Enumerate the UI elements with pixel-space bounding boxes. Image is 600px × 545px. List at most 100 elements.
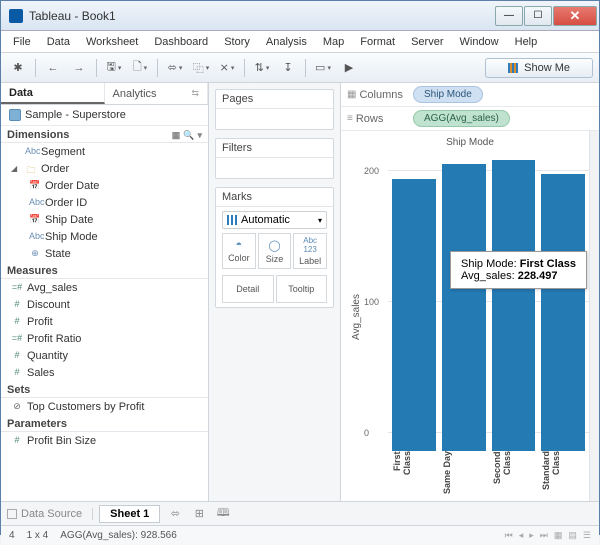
meas-discount[interactable]: #Discount — [1, 296, 208, 313]
chart-area[interactable]: Ship Mode Avg_sales 200 100 0 First Clas… — [341, 131, 599, 501]
menu-help[interactable]: Help — [509, 34, 544, 50]
nav-prev[interactable]: ◂ — [519, 530, 524, 541]
nav-first[interactable]: ⏮ — [505, 530, 513, 541]
pages-shelf[interactable]: Pages — [215, 89, 334, 130]
new-dashboard-tab[interactable]: ⊞ — [190, 507, 208, 520]
close-button[interactable]: ✕ — [553, 6, 597, 26]
scrollbar[interactable] — [589, 131, 599, 501]
bar-first-class[interactable] — [392, 179, 436, 451]
tableau-logo-icon[interactable]: ✱ — [7, 57, 29, 79]
meas-sales[interactable]: #Sales — [1, 364, 208, 381]
meas-quantity[interactable]: #Quantity — [1, 347, 208, 364]
back-button[interactable]: ← — [42, 57, 64, 79]
dim-ship-mode[interactable]: AbcShip Mode — [1, 228, 208, 245]
sort-asc-button[interactable]: ↧ — [277, 57, 299, 79]
menu-analysis[interactable]: Analysis — [260, 34, 313, 50]
data-pane: Data Analytics⇆ Sample - Superstore Dime… — [1, 83, 209, 501]
parameters-header: Parameters — [1, 415, 208, 432]
window-buttons: — ☐ ✕ — [495, 6, 597, 26]
show-me-button[interactable]: Show Me — [485, 58, 593, 78]
menu-map[interactable]: Map — [317, 34, 350, 50]
tab-data[interactable]: Data — [1, 83, 105, 104]
bar-second-class[interactable] — [492, 160, 536, 451]
dim-order-folder[interactable]: ◢🗀Order — [1, 160, 208, 177]
datasource-icon — [9, 109, 21, 121]
duplicate-button[interactable]: ⿻ — [190, 57, 212, 79]
new-story-tab[interactable]: 🕮 — [214, 504, 232, 523]
tab-analytics[interactable]: Analytics⇆ — [105, 83, 209, 104]
new-worksheet-tab[interactable]: ⬄ — [166, 507, 184, 520]
marks-type-label: Automatic — [241, 214, 290, 226]
sheet-1-tab[interactable]: Sheet 1 — [99, 505, 160, 523]
bars-container — [388, 153, 589, 451]
new-datasource-button[interactable]: 🗋 — [129, 57, 151, 79]
menu-data[interactable]: Data — [41, 34, 76, 50]
rows-shelf[interactable]: ≡Rows AGG(Avg_sales) — [341, 107, 599, 131]
param-profit-bin[interactable]: #Profit Bin Size — [1, 432, 208, 449]
dim-order-id[interactable]: AbcOrder ID — [1, 194, 208, 211]
maximize-button[interactable]: ☐ — [524, 6, 552, 26]
filters-shelf[interactable]: Filters — [215, 138, 334, 179]
nav-last[interactable]: ⏭ — [540, 530, 548, 541]
marks-label: Marks — [216, 188, 333, 207]
columns-pill-shipmode[interactable]: Ship Mode — [413, 86, 483, 103]
color-icon: ◓ — [236, 239, 243, 251]
search-icon[interactable]: 🔍 — [183, 130, 194, 141]
xlabel-second-class: Second Class — [492, 451, 536, 497]
marks-type-select[interactable]: Automatic ▾ — [222, 211, 327, 229]
bar-same-day[interactable] — [442, 164, 486, 451]
menu-file[interactable]: File — [7, 34, 37, 50]
meas-profit-ratio[interactable]: =#Profit Ratio — [1, 330, 208, 347]
view-grid-icon[interactable]: ▤ — [568, 530, 577, 541]
datasource-name: Sample - Superstore — [25, 109, 126, 121]
columns-shelf[interactable]: ▦Columns Ship Mode — [341, 83, 599, 107]
dimensions-header: Dimensions ▦🔍▾ — [1, 126, 208, 143]
datasource-tab[interactable]: Data Source — [7, 508, 93, 520]
bar-standard-class[interactable] — [541, 174, 585, 451]
nav-next[interactable]: ▸ — [529, 530, 534, 541]
menu-server[interactable]: Server — [405, 34, 449, 50]
marks-label[interactable]: Abc123Label — [293, 233, 327, 269]
menu-worksheet[interactable]: Worksheet — [80, 34, 144, 50]
plot-area: 200 100 0 First ClassSame DaySecond Clas… — [388, 153, 589, 497]
menu-story[interactable]: Story — [218, 34, 256, 50]
dim-ship-date[interactable]: 📅Ship Date — [1, 211, 208, 228]
meas-avg-sales[interactable]: =#Avg_sales — [1, 279, 208, 296]
presentation-button[interactable]: ▶ — [338, 57, 360, 79]
menu-dashboard[interactable]: Dashboard — [148, 34, 214, 50]
marks-detail[interactable]: Detail — [222, 275, 274, 303]
dim-state[interactable]: ⊕State — [1, 245, 208, 262]
window-title: Tableau - Book1 — [29, 9, 495, 23]
clear-button[interactable]: ⨯ — [216, 57, 238, 79]
marks-size[interactable]: ◯Size — [258, 233, 292, 269]
xlabel-standard-class: Standard Class — [541, 451, 585, 497]
marks-card: Marks Automatic ▾ ◓Color ◯Size Abc123Lab… — [215, 187, 334, 308]
sheet-tabs: Data Source Sheet 1 ⬄ ⊞ 🕮 — [1, 501, 599, 525]
menu-window[interactable]: Window — [454, 34, 505, 50]
rows-pill-avgsales[interactable]: AGG(Avg_sales) — [413, 110, 510, 127]
sets-tree: ⊘Top Customers by Profit — [1, 398, 208, 415]
save-button[interactable]: 🖫 — [103, 57, 125, 79]
swap-button[interactable]: ⇅ — [251, 57, 273, 79]
meas-profit[interactable]: #Profit — [1, 313, 208, 330]
menu-format[interactable]: Format — [354, 34, 401, 50]
show-me-icon — [508, 63, 518, 73]
dim-segment[interactable]: AbcSegment — [1, 143, 208, 160]
view-film-icon[interactable]: ☰ — [583, 530, 591, 541]
measures-header: Measures — [1, 262, 208, 279]
shelves-pane: Pages Filters Marks Automatic ▾ ◓Color ◯… — [209, 83, 341, 501]
title-bar: Tableau - Book1 — ☐ ✕ — [1, 1, 599, 31]
menu-icon[interactable]: ▾ — [197, 130, 202, 141]
minimize-button[interactable]: — — [495, 6, 523, 26]
show-me-label: Show Me — [524, 62, 570, 74]
marks-tooltip[interactable]: Tooltip — [276, 275, 328, 303]
view-icon[interactable]: ▦ — [172, 130, 181, 141]
view-cards-icon[interactable]: ▦ — [554, 530, 563, 541]
datasource-row[interactable]: Sample - Superstore — [1, 105, 208, 126]
forward-button[interactable]: → — [68, 57, 90, 79]
new-worksheet-button[interactable]: ⬄ — [164, 57, 186, 79]
marks-color[interactable]: ◓Color — [222, 233, 256, 269]
fit-button[interactable]: ▭ — [312, 57, 334, 79]
dim-order-date[interactable]: 📅Order Date — [1, 177, 208, 194]
set-top-customers[interactable]: ⊘Top Customers by Profit — [1, 398, 208, 415]
